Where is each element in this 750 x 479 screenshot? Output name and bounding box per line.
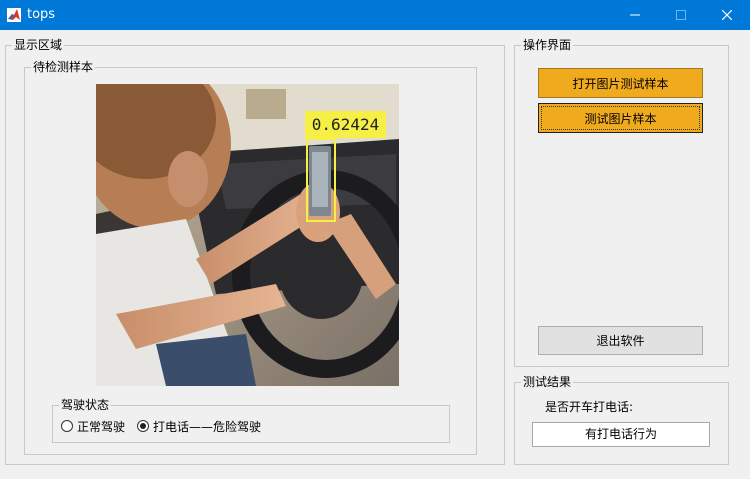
radio-phone-circle[interactable] bbox=[137, 420, 149, 432]
maximize-icon bbox=[676, 10, 686, 20]
detection-box bbox=[306, 138, 336, 222]
driving-state-title: 驾驶状态 bbox=[59, 398, 112, 412]
display-area-title: 显示区域 bbox=[12, 38, 65, 52]
window-title: tops bbox=[27, 7, 56, 22]
close-button[interactable] bbox=[704, 0, 750, 30]
radio-normal-circle[interactable] bbox=[61, 420, 73, 432]
radio-normal-label: 正常驾驶 bbox=[77, 419, 126, 434]
radio-phone-label: 打电话——危险驾驶 bbox=[153, 419, 262, 434]
operations-panel-title: 操作界面 bbox=[521, 38, 574, 52]
title-bar[interactable]: tops bbox=[0, 0, 750, 30]
radio-phone-dangerous[interactable]: 打电话——危险驾驶 bbox=[137, 419, 262, 434]
result-field: 有打电话行为 bbox=[532, 422, 710, 447]
test-image-button[interactable]: 测试图片样本 bbox=[538, 103, 703, 133]
detection-score-label: 0.62424 bbox=[305, 111, 386, 138]
maximize-button[interactable] bbox=[658, 0, 704, 30]
close-icon bbox=[721, 9, 733, 21]
test-result-title: 测试结果 bbox=[521, 375, 574, 389]
result-question: 是否开车打电话: bbox=[545, 400, 634, 414]
sample-panel-title: 待检测样本 bbox=[31, 60, 96, 74]
exit-button[interactable]: 退出软件 bbox=[538, 326, 703, 355]
matlab-app-icon bbox=[7, 8, 21, 22]
minimize-button[interactable] bbox=[612, 0, 658, 30]
radio-normal-driving[interactable]: 正常驾驶 bbox=[61, 419, 126, 434]
minimize-icon bbox=[630, 14, 640, 16]
open-image-button[interactable]: 打开图片测试样本 bbox=[538, 68, 703, 98]
